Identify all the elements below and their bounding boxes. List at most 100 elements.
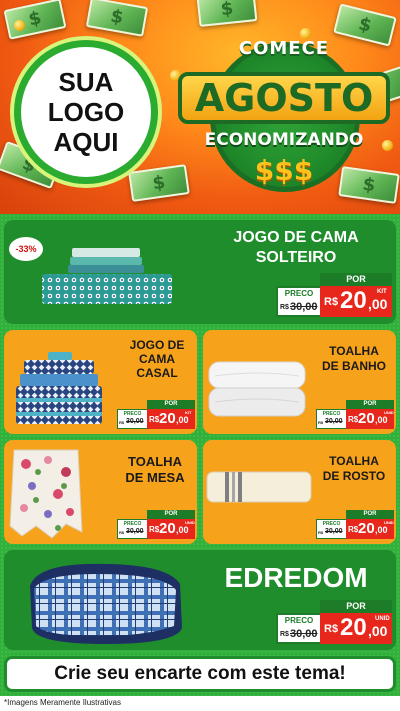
tablecloth-image [9,449,83,539]
new-price-box: R$ 20 ,00 KIT [147,409,195,429]
old-price: 30,00 [126,418,144,425]
old-price: 30,00 [325,528,343,535]
price-preco-label: PRECO [284,616,314,625]
old-price-currency: R$ [119,530,125,535]
product-card[interactable]: -33% JOGO DE CAMA SOLTEIRO POR PRECO R$ … [4,220,396,324]
price-integer: 20 [358,520,375,537]
product-name-line: SOLTEIRO [255,249,337,266]
price-currency: R$ [324,296,339,308]
old-price-currency: R$ [119,420,125,425]
old-price-box: PRECO R$ 30,00 [316,519,347,539]
price-integer: 20 [358,410,375,427]
product-card[interactable]: JOGO DE CAMA CASAL POR PRECO R$ 30,00 R$… [4,330,197,434]
comforter-image [30,563,182,644]
footnote: *Imagens Meramente Ilustrativas [4,698,121,707]
old-price-currency: R$ [318,530,324,535]
price-decimal: ,00 [176,415,189,425]
product-name-line: CAMA [139,352,175,366]
price-integer: 20 [340,614,367,641]
product-name-line: TOALHA [329,454,379,468]
price-unit: UNID [384,520,394,525]
logo-line: SUA [58,67,114,97]
old-price-box: PRECO R$ 30,00 [276,286,322,317]
old-price: 30,00 [325,418,343,425]
logo-line: LOGO [47,97,125,127]
product-name-line: TOALHA [128,454,182,469]
money-bill-icon [85,0,149,37]
coin-icon [14,20,25,31]
price-preco-label: PRECO [322,411,341,417]
new-price-box: R$ 20 ,00 UNID [346,409,394,429]
old-price-currency: R$ [280,631,289,638]
price-tag: POR PRECO R$ 30,00 R$ 20 ,00 UNID [316,400,394,430]
old-price-box: PRECO R$ 30,00 [117,519,148,539]
product-name: JOGO DE CAMA CASAL [120,338,194,380]
price-tag: POR PRECO R$ 30,00 R$ 20 ,00 UNID [117,510,195,540]
campaign-subtitle: ECONOMIZANDO [204,130,364,150]
price-unit: UNID [384,410,394,415]
logo-placeholder[interactable]: SUA LOGO AQUI [21,47,151,177]
price-currency: R$ [149,525,160,534]
campaign-comece: COMECE [238,38,330,59]
price-preco-label: PRECO [123,521,142,527]
price-unit: KIT [377,289,387,295]
price-por-label: POR [320,273,392,286]
product-name-line: CASAL [136,366,178,380]
product-name-line: JOGO DE [129,338,185,352]
product-name: EDREDOM [200,562,392,594]
old-price-box: PRECO R$ 30,00 [276,613,322,644]
product-name: TOALHA DE BANHO [315,344,393,374]
product-name-line: DE BANHO [321,359,386,373]
bedding-image [16,352,102,424]
new-price-box: R$ 20 ,00 UNID [320,613,392,644]
new-price-box: R$ 20 ,00 UNID [346,519,394,539]
price-tag: POR PRECO R$ 30,00 R$ 20 ,00 KIT [117,400,195,430]
price-currency: R$ [348,525,359,534]
bedding-image [42,248,172,304]
price-tag: POR PRECO R$ 30,00 R$ 20 ,00 KIT [276,273,392,319]
price-preco-label: PRECO [123,411,142,417]
price-integer: 20 [340,287,367,314]
old-price: 30,00 [290,628,318,640]
flyer: SUA LOGO AQUI COMECE AGOSTO ECONOMIZANDO… [0,0,400,711]
product-card[interactable]: EDREDOM POR PRECO R$ 30,00 R$ 20 ,00 UNI… [4,550,396,650]
dollar-signs: $$$ [254,154,314,187]
price-tag: POR PRECO R$ 30,00 R$ 20 ,00 UNID [316,510,394,540]
price-unit: UNID [185,520,195,525]
header: SUA LOGO AQUI COMECE AGOSTO ECONOMIZANDO… [0,0,400,214]
old-price-currency: R$ [318,420,324,425]
price-currency: R$ [348,415,359,424]
old-price-currency: R$ [280,304,289,311]
product-name-line: TOALHA [329,344,379,358]
price-por-label: POR [346,400,394,409]
towel-image [206,471,312,503]
product-card[interactable]: TOALHA DE MESA POR PRECO R$ 30,00 R$ 20 … [4,440,197,544]
product-card[interactable]: TOALHA DE BANHO POR PRECO R$ 30,00 R$ 20… [203,330,396,434]
price-decimal: ,00 [368,623,388,639]
price-currency: R$ [149,415,160,424]
price-por-label: POR [147,510,195,519]
product-name-line: JOGO DE CAMA [233,229,359,246]
price-preco-label: PRECO [284,289,314,298]
price-tag: POR PRECO R$ 30,00 R$ 20 ,00 UNID [276,600,392,646]
old-price: 30,00 [126,528,144,535]
product-name: TOALHA DE ROSTO [315,454,393,484]
new-price-box: R$ 20 ,00 KIT [320,286,392,317]
price-por-label: POR [320,600,392,613]
money-bill-icon [196,0,258,27]
product-card[interactable]: TOALHA DE ROSTO POR PRECO R$ 30,00 R$ 20… [203,440,396,544]
price-por-label: POR [346,510,394,519]
create-flyer-banner[interactable]: Crie seu encarte com este tema! [4,656,396,692]
product-name: TOALHA DE MESA [116,454,194,486]
product-name: JOGO DE CAMA SOLTEIRO [200,228,392,268]
price-decimal: ,00 [375,525,388,535]
price-preco-label: PRECO [322,521,341,527]
price-integer: 20 [159,410,176,427]
price-unit: UNID [375,616,390,622]
product-name-line: DE ROSTO [322,469,386,483]
campaign-title: COMECE AGOSTO ECONOMIZANDO $$$ [176,30,392,200]
towel-image [208,361,306,417]
product-name-line: EDREDOM [224,562,368,593]
old-price-box: PRECO R$ 30,00 [117,409,148,429]
old-price-box: PRECO R$ 30,00 [316,409,347,429]
